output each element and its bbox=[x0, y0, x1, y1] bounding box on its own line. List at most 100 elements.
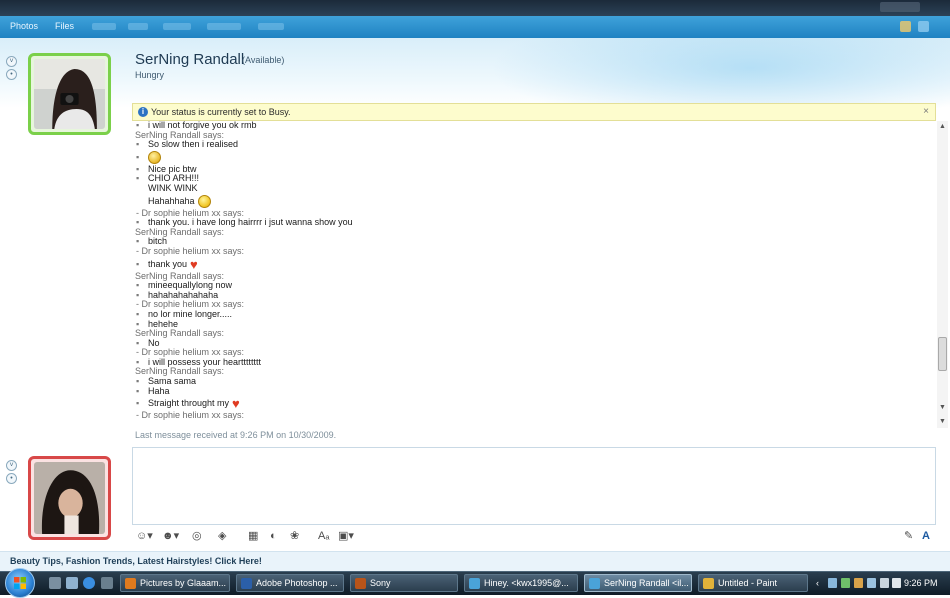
clock[interactable]: 9:26 PM bbox=[904, 578, 938, 588]
activities-icon[interactable] bbox=[900, 21, 911, 32]
conversation-scrollbar[interactable]: ▲ ▼ ▼ bbox=[937, 121, 948, 428]
messenger-icon bbox=[589, 578, 600, 589]
message-text: no lor mine longer..... bbox=[148, 308, 233, 319]
show-desktop-icon[interactable] bbox=[49, 577, 61, 589]
message-bullet: ▪ bbox=[136, 385, 140, 396]
send-file-icon[interactable]: ❀ bbox=[290, 530, 299, 543]
power-icon[interactable] bbox=[892, 578, 901, 588]
message-bullet: ▪ bbox=[136, 258, 140, 269]
contact-status: (Available) bbox=[242, 55, 285, 65]
collapse-icon[interactable]: ˅ bbox=[6, 460, 17, 471]
smile-emoticon bbox=[197, 194, 211, 208]
user-avatar[interactable] bbox=[28, 456, 111, 540]
message-text: No bbox=[148, 337, 160, 348]
message-line: ▪ Sama sama bbox=[132, 376, 936, 387]
paste-icon[interactable]: ▣▾ bbox=[338, 530, 354, 543]
quick-launch-more-icon[interactable] bbox=[101, 577, 113, 589]
taskbar-button-label: Adobe Photoshop ... bbox=[256, 578, 338, 588]
message-text: bitch bbox=[148, 236, 168, 247]
sender-label: SerNing Randall says: bbox=[132, 328, 936, 339]
messenger-tray-icon[interactable] bbox=[841, 578, 850, 588]
display-icon[interactable] bbox=[867, 578, 876, 588]
text-mode-icon[interactable]: A bbox=[922, 530, 930, 543]
handwriting-icon[interactable]: ✎ bbox=[904, 530, 913, 543]
sender-name: SerNing Randall says: bbox=[135, 366, 225, 377]
photoshop-icon bbox=[241, 578, 252, 589]
wink-icon[interactable]: ☻▾ bbox=[162, 530, 179, 543]
message-line: WINK WINK bbox=[132, 182, 936, 194]
scroll-down-icon[interactable]: ▼ bbox=[939, 418, 946, 425]
taskbar-button[interactable]: Pictures by Glaaam... bbox=[120, 574, 230, 592]
blurred-menu-item bbox=[92, 23, 116, 30]
sender-name: SerNing Randall says: bbox=[135, 226, 225, 237]
message-line: ▪ thank you. i have long hairrrr i jsut w… bbox=[132, 217, 936, 228]
message-line: ▪ Nice pic btw bbox=[132, 164, 936, 175]
message-text: thank you. i have long hairrrr i jsut wa… bbox=[148, 217, 353, 228]
taskbar-button-label: Pictures by Glaaam... bbox=[140, 578, 227, 588]
contact-avatar[interactable] bbox=[28, 53, 111, 135]
network-icon[interactable] bbox=[828, 578, 837, 588]
ad-link[interactable]: Beauty Tips, Fashion Trends, Latest Hair… bbox=[10, 556, 262, 566]
sender-name: SerNing Randall says: bbox=[135, 129, 225, 140]
status-notice-text: Your status is currently set to Busy. bbox=[151, 107, 291, 117]
message-bullet: ▪ bbox=[136, 139, 140, 150]
tray-expand-icon[interactable]: ‹ bbox=[816, 578, 825, 588]
conversation-history[interactable]: ▪ i will not forgive you ok rmb SerNing Ra… bbox=[132, 121, 936, 443]
volume-icon[interactable] bbox=[880, 578, 889, 588]
taskbar-button[interactable]: Sony bbox=[350, 574, 458, 592]
sender-name: SerNing Randall says: bbox=[135, 328, 225, 339]
voice-clip-icon[interactable]: ◈ bbox=[218, 530, 226, 543]
windows-logo-icon bbox=[14, 577, 26, 589]
message-line: ▪ i will possess your heartttttttt bbox=[132, 357, 936, 368]
message-text: So slow then i realised bbox=[148, 139, 239, 150]
sad-emoticon bbox=[148, 150, 161, 164]
switch-windows-icon[interactable] bbox=[66, 577, 78, 589]
message-line: ▪ So slow then i realised bbox=[132, 139, 936, 150]
message-line: ▪ No bbox=[132, 337, 936, 349]
heart-emoticon: ♥ bbox=[190, 256, 198, 272]
scrollbar-thumb[interactable] bbox=[938, 337, 947, 371]
user-photo bbox=[34, 462, 105, 534]
taskbar-button-label: Sony bbox=[370, 578, 391, 588]
menu-photos[interactable]: Photos bbox=[10, 21, 38, 31]
menu-bar: Photos Files bbox=[0, 16, 950, 38]
nudge-icon[interactable]: ◎ bbox=[192, 530, 202, 543]
window-title-strip bbox=[0, 0, 950, 16]
sender-label: SerNing Randall says: bbox=[132, 367, 936, 377]
ad-banner[interactable]: Beauty Tips, Fashion Trends, Latest Hair… bbox=[0, 551, 950, 572]
contact-name: SerNing Randall bbox=[135, 51, 245, 68]
options-icon[interactable] bbox=[918, 21, 929, 32]
message-text: mineequallylong now bbox=[148, 280, 233, 291]
message-text: Straight throught my bbox=[148, 398, 230, 409]
close-icon[interactable]: × bbox=[923, 106, 929, 117]
taskbar-button[interactable]: SerNing Randall <il... bbox=[584, 574, 692, 592]
taskbar-button[interactable]: Untitled - Paint bbox=[698, 574, 808, 592]
blurred-menu-item bbox=[163, 23, 191, 30]
contact-card-icon[interactable]: • bbox=[6, 473, 17, 484]
contact-personal-message: Hungry bbox=[135, 70, 165, 80]
menu-files[interactable]: Files bbox=[55, 21, 74, 31]
contact-card-icon[interactable]: • bbox=[6, 69, 17, 80]
message-line: ▪ no lor mine longer..... bbox=[132, 308, 936, 320]
system-tray: ‹ 9:26 PM bbox=[812, 572, 950, 595]
collapse-icon[interactable]: ˅ bbox=[6, 56, 17, 67]
blurred-menu-item bbox=[207, 23, 241, 30]
emoticon-icon[interactable]: ☺▾ bbox=[136, 530, 153, 543]
taskbar-button[interactable]: Adobe Photoshop ... bbox=[236, 574, 344, 592]
internet-explorer-icon[interactable] bbox=[83, 577, 95, 589]
scroll-up-icon[interactable]: ▲ bbox=[939, 123, 946, 130]
message-text: WINK WINK bbox=[148, 182, 198, 193]
antivirus-icon[interactable] bbox=[854, 578, 863, 588]
font-icon[interactable]: Aₐ bbox=[318, 530, 329, 543]
message-line: ▪ bitch bbox=[132, 237, 936, 247]
message-text: hehehe bbox=[148, 318, 179, 329]
scroll-down-icon[interactable]: ▼ bbox=[939, 404, 946, 411]
message-input[interactable] bbox=[132, 447, 936, 525]
background-icon[interactable]: ▦ bbox=[248, 530, 258, 543]
message-bullet: ▪ bbox=[136, 398, 140, 409]
game-icon[interactable]: ◐ bbox=[270, 530, 277, 543]
compose-toolbar: ☺▾ ☻▾ ◎ ◈ ▦ ◐ ❀ Aₐ ▣▾ ✎ A bbox=[132, 529, 936, 545]
sender-name: Dr sophie helium xx says: bbox=[141, 245, 245, 256]
taskbar-button[interactable]: Hiney. <kwx1995@... bbox=[464, 574, 578, 592]
messenger-icon bbox=[469, 578, 480, 589]
